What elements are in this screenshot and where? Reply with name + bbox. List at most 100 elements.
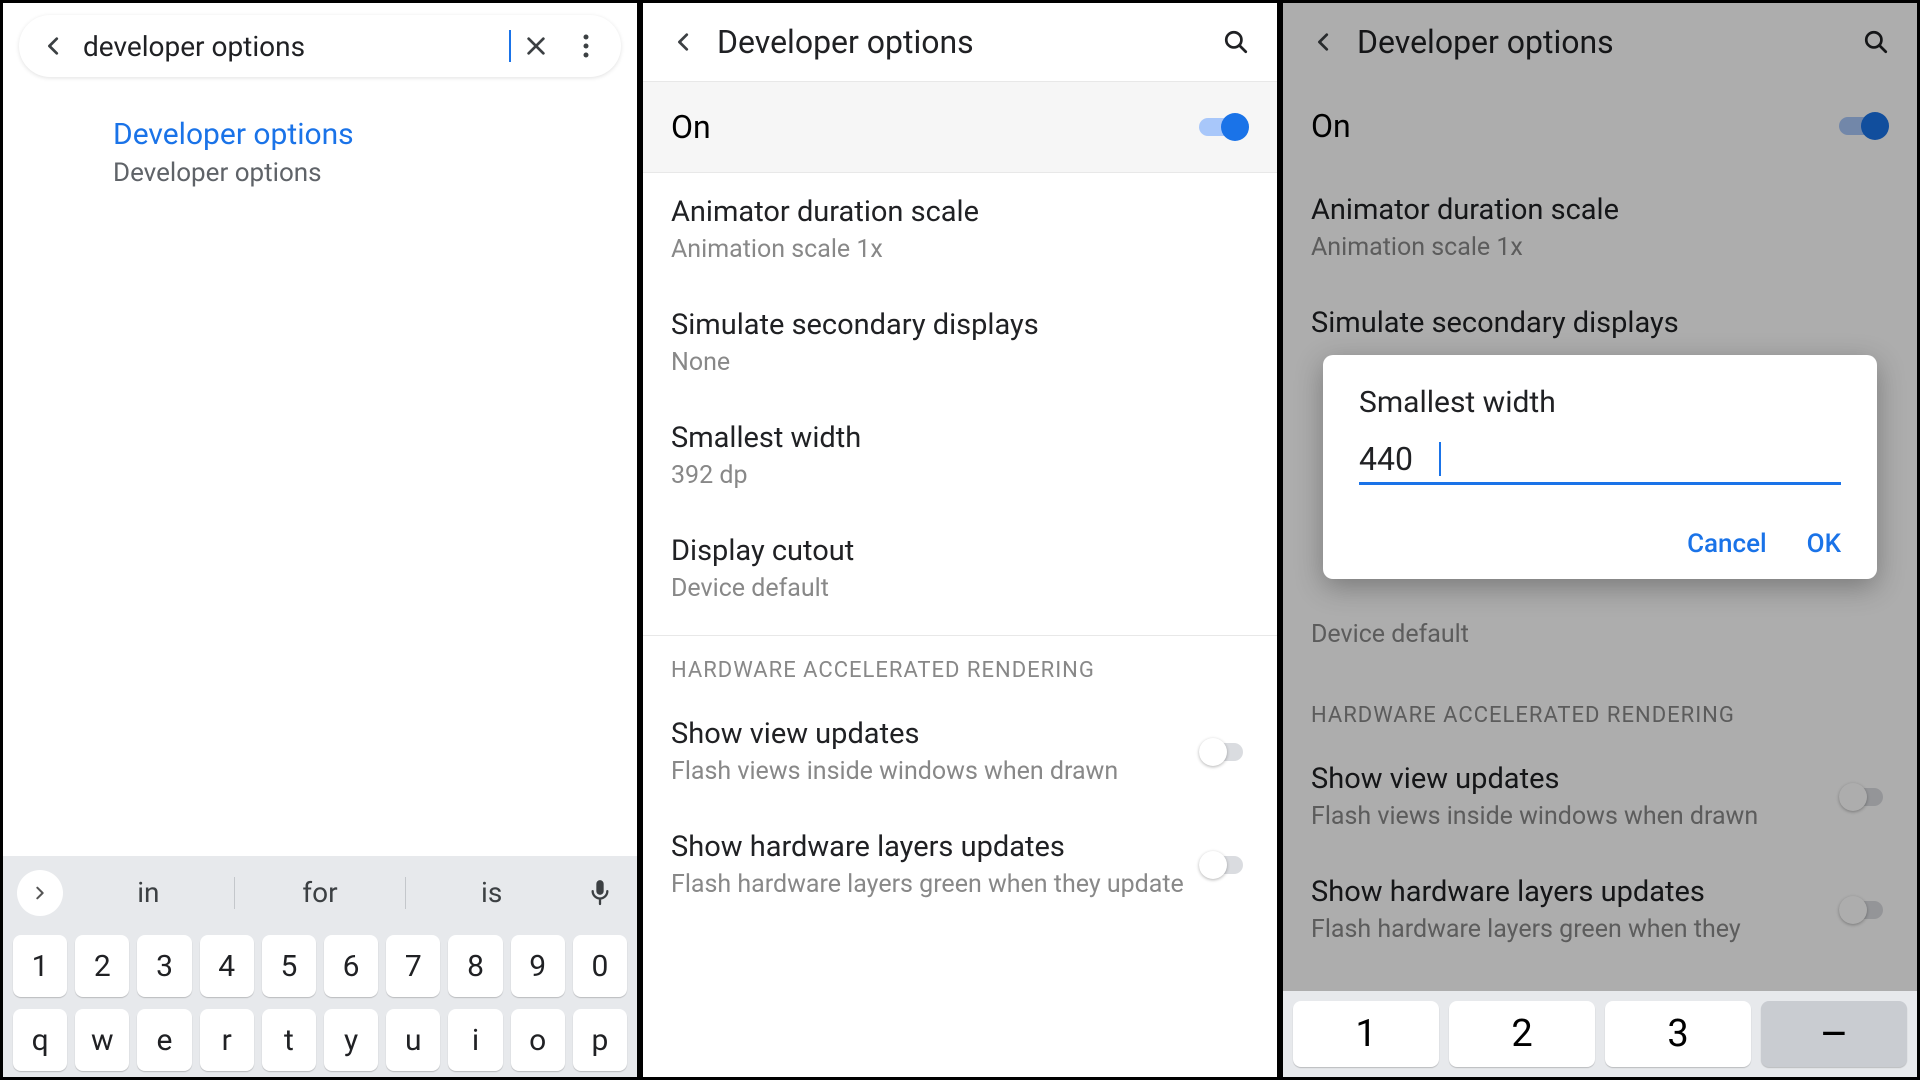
ok-button[interactable]: OK: [1807, 529, 1841, 559]
setting-title: Smallest width: [671, 421, 1249, 455]
setting-item[interactable]: Animator duration scale Animation scale 1…: [643, 173, 1277, 286]
key-6[interactable]: 6: [324, 935, 378, 997]
search-bar: developer options: [19, 15, 621, 77]
master-toggle-row[interactable]: On: [643, 81, 1277, 173]
setting-toggle-item[interactable]: Show view updates Flash views inside wind…: [1283, 740, 1917, 853]
appbar: Developer options: [643, 3, 1277, 81]
setting-sub: None: [671, 348, 1249, 377]
cancel-button[interactable]: Cancel: [1687, 529, 1767, 559]
on-label: On: [671, 108, 711, 146]
result-sub: Developer options: [113, 158, 617, 188]
numkey-2[interactable]: 2: [1449, 1001, 1595, 1067]
overflow-icon[interactable]: [561, 21, 611, 71]
toggle-off-icon[interactable]: [1839, 896, 1889, 924]
smallest-width-dialog: Smallest width 440 Cancel OK: [1323, 355, 1877, 579]
setting-title: Show view updates: [1311, 762, 1839, 796]
key-i[interactable]: i: [448, 1009, 502, 1071]
setting-sub: Device default: [671, 574, 1249, 603]
key-1[interactable]: 1: [13, 935, 67, 997]
setting-item[interactable]: Animator duration scale Animation scale 1…: [1283, 171, 1917, 284]
setting-sub: Flash views inside windows when drawn: [671, 757, 1199, 786]
toggle-off-icon[interactable]: [1839, 783, 1889, 811]
search-input[interactable]: developer options: [79, 24, 511, 69]
dialog-title: Smallest width: [1359, 385, 1841, 420]
key-r[interactable]: r: [200, 1009, 254, 1071]
setting-title: Animator duration scale: [1311, 193, 1889, 227]
toggle-on-icon[interactable]: [1839, 112, 1889, 140]
section-header: HARDWARE ACCELERATED RENDERING: [1283, 681, 1917, 740]
result-title: Developer options: [113, 117, 617, 152]
text-cursor: [1439, 442, 1441, 476]
key-4[interactable]: 4: [200, 935, 254, 997]
key-t[interactable]: t: [262, 1009, 316, 1071]
suggestion[interactable]: is: [406, 866, 577, 919]
suggestion[interactable]: in: [63, 866, 234, 919]
dialog-input[interactable]: 440: [1359, 440, 1841, 485]
search-icon[interactable]: [1851, 17, 1901, 67]
dialog-value: 440: [1359, 440, 1439, 478]
key-9[interactable]: 9: [511, 935, 565, 997]
setting-title: Show view updates: [671, 717, 1199, 751]
key-2[interactable]: 2: [75, 935, 129, 997]
panel-dialog: Developer options On Animator duration s…: [1280, 0, 1920, 1080]
numkey-–[interactable]: –: [1761, 1001, 1907, 1067]
setting-sub: Animation scale 1x: [671, 235, 1249, 264]
numeric-keypad: 123–: [1283, 991, 1917, 1077]
setting-title: Display cutout: [671, 534, 1249, 568]
key-3[interactable]: 3: [137, 935, 191, 997]
search-icon[interactable]: [1211, 17, 1261, 67]
key-p[interactable]: p: [573, 1009, 627, 1071]
setting-item[interactable]: Simulate secondary displays: [1283, 284, 1917, 362]
setting-item[interactable]: Smallest width 392 dp: [643, 399, 1277, 512]
key-5[interactable]: 5: [262, 935, 316, 997]
key-u[interactable]: u: [386, 1009, 440, 1071]
on-label: On: [1311, 107, 1351, 145]
setting-title: Simulate secondary displays: [671, 308, 1249, 342]
keyboard: in for is 1234567890 qwertyuiop: [3, 856, 637, 1077]
section-header: HARDWARE ACCELERATED RENDERING: [643, 635, 1277, 695]
setting-sub: Flash hardware layers green when they: [1311, 915, 1839, 944]
numkey-1[interactable]: 1: [1293, 1001, 1439, 1067]
setting-title: Simulate secondary displays: [1311, 306, 1889, 340]
key-0[interactable]: 0: [573, 935, 627, 997]
setting-sub: Flash views inside windows when drawn: [1311, 802, 1839, 831]
setting-toggle-item[interactable]: Show hardware layers updates Flash hardwa…: [1283, 853, 1917, 966]
setting-sub: 392 dp: [671, 461, 1249, 490]
clear-icon[interactable]: [511, 21, 561, 71]
back-icon[interactable]: [1299, 17, 1349, 67]
back-icon[interactable]: [29, 21, 79, 71]
mic-icon[interactable]: [577, 878, 623, 908]
panel-devoptions: Developer options On Animator duration s…: [640, 0, 1280, 1080]
setting-sub: Flash hardware layers green when they up…: [671, 870, 1199, 899]
setting-toggle-item[interactable]: Show view updates Flash views inside wind…: [643, 695, 1277, 808]
setting-toggle-item[interactable]: Show hardware layers updates Flash hardwa…: [643, 808, 1277, 921]
toggle-off-icon[interactable]: [1199, 738, 1249, 766]
master-toggle-row[interactable]: On: [1283, 81, 1917, 171]
chevron-right-icon[interactable]: [17, 870, 63, 916]
key-e[interactable]: e: [137, 1009, 191, 1071]
search-result[interactable]: Developer options Developer options: [3, 89, 637, 188]
setting-item[interactable]: Device default: [1283, 592, 1917, 671]
key-w[interactable]: w: [75, 1009, 129, 1071]
setting-sub: Device default: [1311, 620, 1889, 649]
setting-title: Show hardware layers updates: [671, 830, 1199, 864]
key-o[interactable]: o: [511, 1009, 565, 1071]
setting-item[interactable]: Display cutout Device default: [643, 512, 1277, 625]
suggestion[interactable]: for: [235, 866, 406, 919]
toggle-off-icon[interactable]: [1199, 851, 1249, 879]
appbar: Developer options: [1283, 3, 1917, 81]
toggle-on-icon[interactable]: [1199, 113, 1249, 141]
panel-search: developer options Developer options Deve…: [0, 0, 640, 1080]
setting-title: Show hardware layers updates: [1311, 875, 1839, 909]
setting-item[interactable]: Simulate secondary displays None: [643, 286, 1277, 399]
setting-title: Animator duration scale: [671, 195, 1249, 229]
key-y[interactable]: y: [324, 1009, 378, 1071]
key-8[interactable]: 8: [448, 935, 502, 997]
key-q[interactable]: q: [13, 1009, 67, 1071]
page-title: Developer options: [1357, 23, 1851, 61]
page-title: Developer options: [717, 23, 1211, 61]
key-7[interactable]: 7: [386, 935, 440, 997]
numkey-3[interactable]: 3: [1605, 1001, 1751, 1067]
back-icon[interactable]: [659, 17, 709, 67]
setting-sub: Animation scale 1x: [1311, 233, 1889, 262]
